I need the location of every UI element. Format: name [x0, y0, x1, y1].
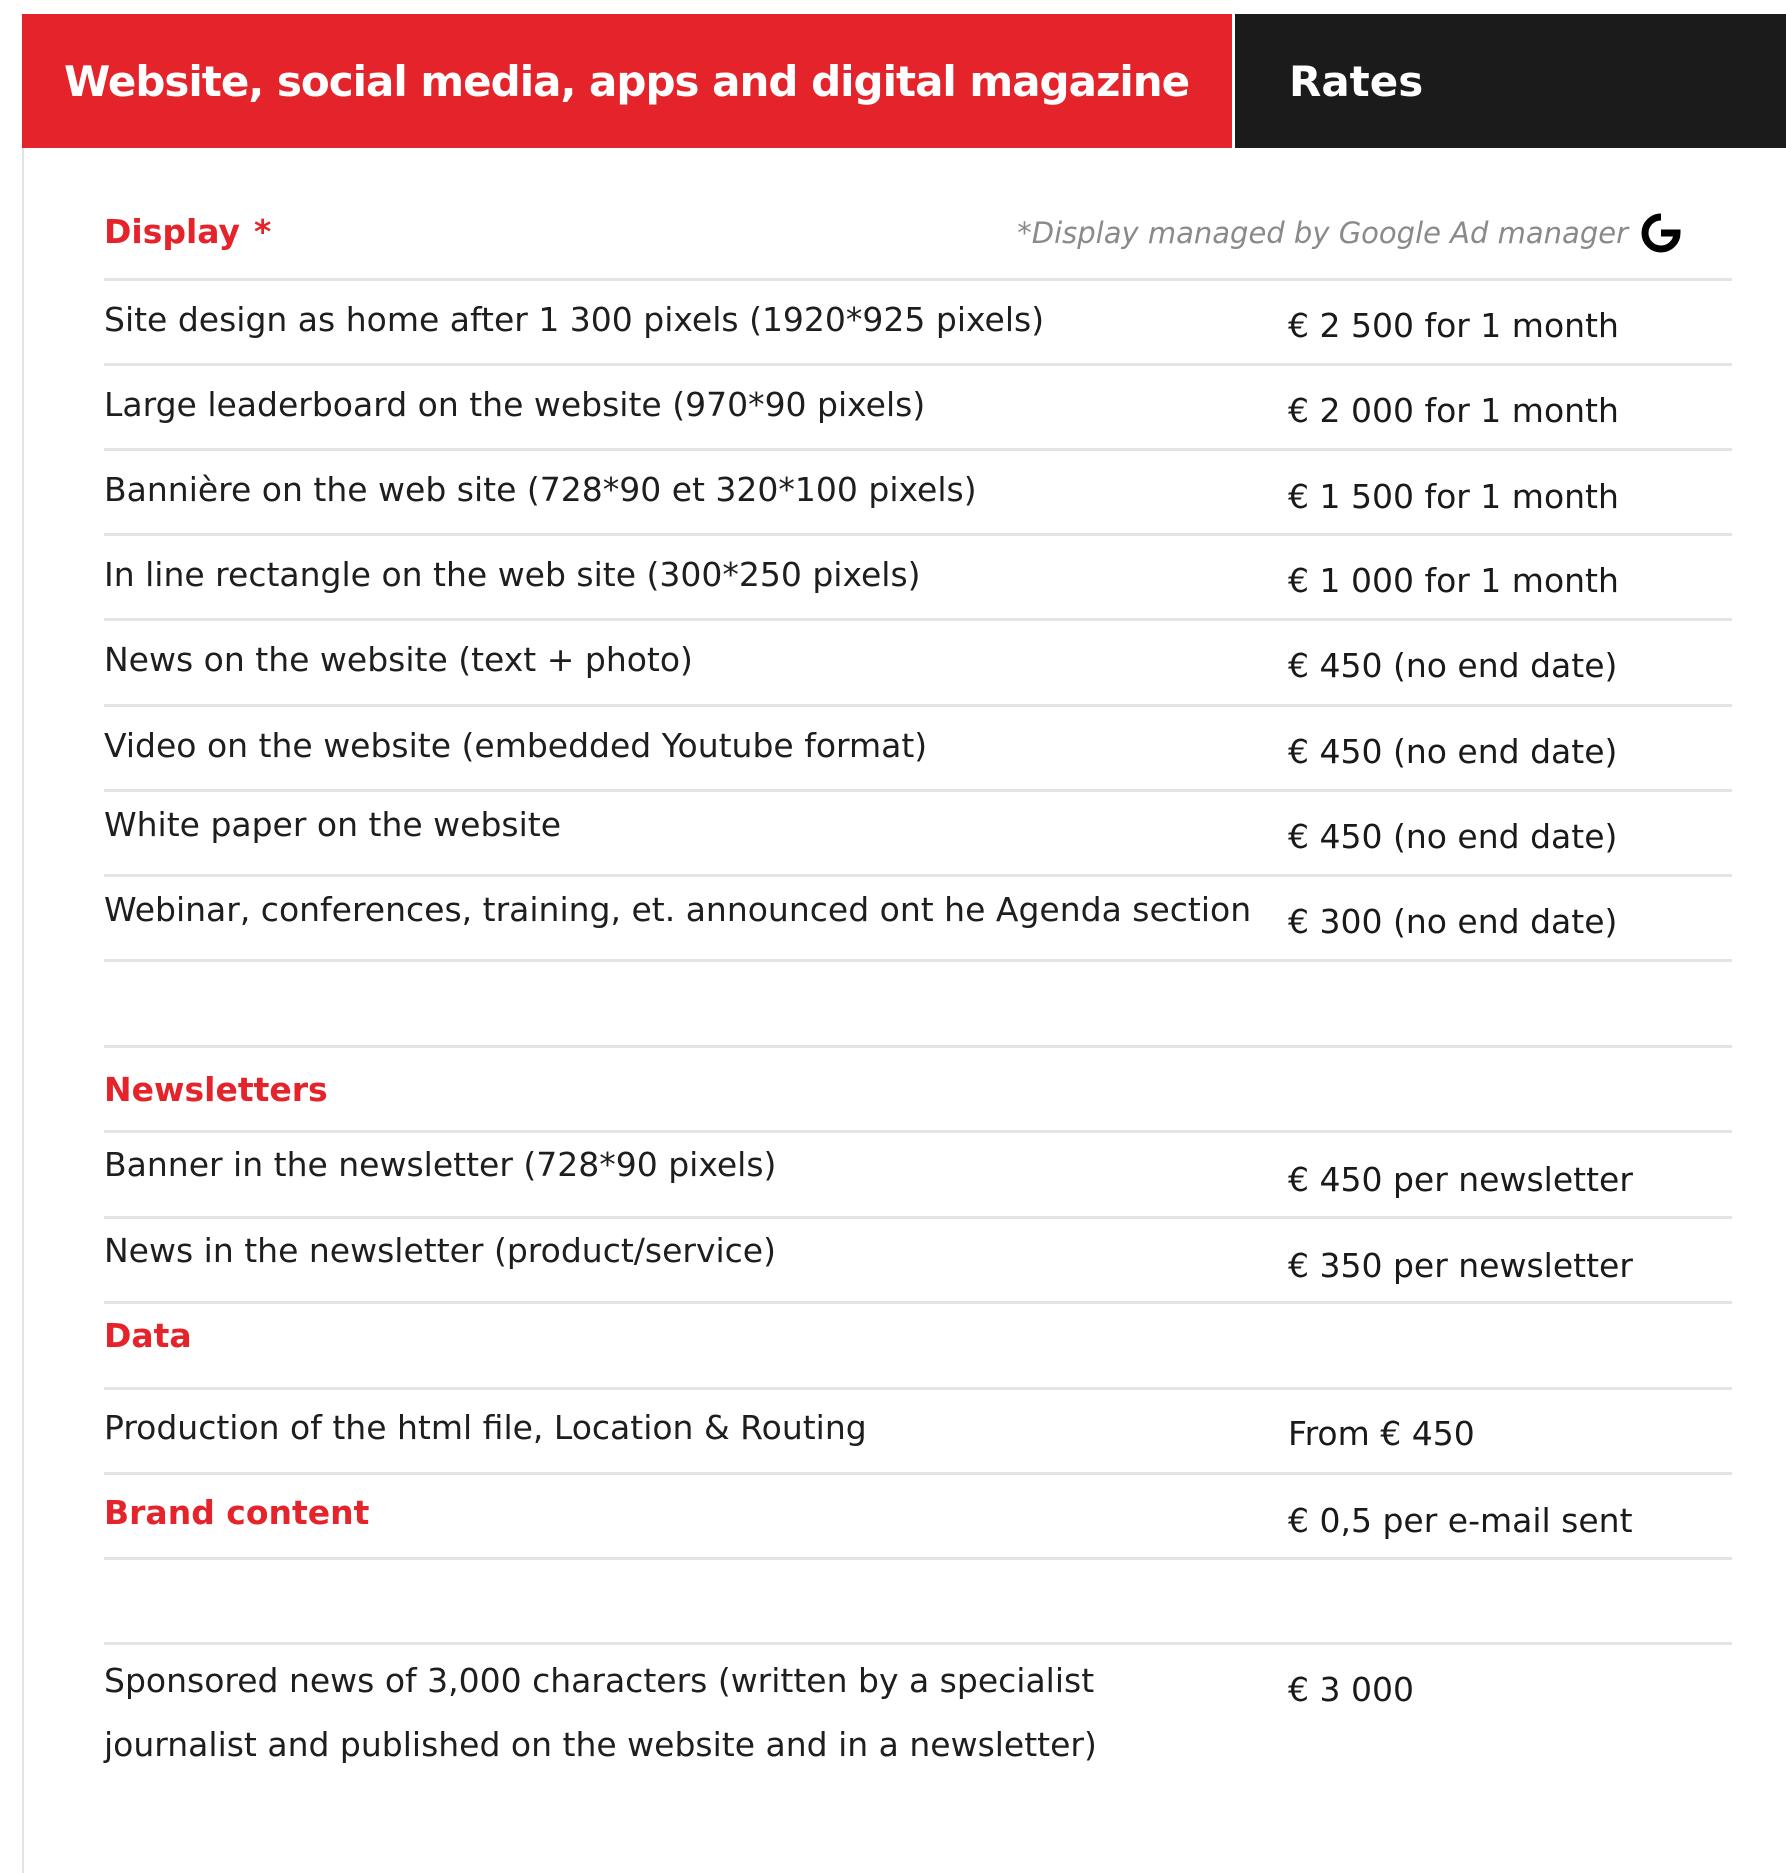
row-divider	[104, 278, 1732, 281]
rate-price: € 300 (no end date)	[1288, 902, 1618, 941]
rate-label: News in the newsletter (product/service)	[104, 1231, 776, 1270]
rate-price: € 450 (no end date)	[1288, 732, 1618, 771]
rate-label: In line rectangle on the web site (300*2…	[104, 555, 921, 594]
google-ad-manager-note: *Display managed by Google Ad manager	[1017, 212, 1682, 254]
rate-label: News on the website (text + photo)	[104, 640, 693, 679]
row-divider	[104, 959, 1732, 962]
rate-label: Banner in the newsletter (728*90 pixels)	[104, 1145, 777, 1184]
note-text: *Display managed by Google Ad manager	[1017, 216, 1628, 250]
row-divider	[104, 1642, 1732, 1645]
row-divider	[104, 1472, 1732, 1475]
rate-price: € 2 500 for 1 month	[1288, 306, 1619, 345]
row-divider	[104, 1216, 1732, 1219]
row-divider	[104, 1301, 1732, 1304]
row-divider	[104, 1045, 1732, 1048]
table-header-title: Website, social media, apps and digital …	[22, 14, 1232, 148]
page-frame	[22, 14, 1786, 1873]
row-divider	[104, 1387, 1732, 1390]
rate-price: € 450 (no end date)	[1288, 646, 1618, 685]
rate-price: € 0,5 per e-mail sent	[1288, 1501, 1633, 1540]
row-divider	[104, 618, 1732, 621]
display-asterisk: *	[254, 212, 272, 251]
row-divider	[104, 874, 1732, 877]
rate-label: Site design as home after 1 300 pixels (…	[104, 300, 1045, 339]
header-rates: Rates	[1289, 56, 1424, 106]
row-divider	[104, 533, 1732, 536]
rate-price: € 3 000	[1288, 1670, 1414, 1709]
row-divider	[104, 1557, 1732, 1560]
rate-label-multiline: Sponsored news of 3,000 characters (writ…	[104, 1661, 1097, 1764]
rate-price: From € 450	[1288, 1414, 1475, 1453]
section-title-display: Display *	[104, 212, 271, 251]
display-title: Display	[104, 212, 241, 251]
rate-price: € 450 (no end date)	[1288, 817, 1618, 856]
row-divider	[104, 704, 1732, 707]
rate-price: € 2 000 for 1 month	[1288, 391, 1619, 430]
google-icon	[1641, 213, 1681, 253]
section-title-newsletters: Newsletters	[104, 1070, 328, 1109]
rate-price: € 1 000 for 1 month	[1288, 561, 1619, 600]
section-title-brand-content: Brand content	[104, 1493, 370, 1532]
rate-label: White paper on the website	[104, 805, 562, 844]
rate-price: € 350 per newsletter	[1288, 1246, 1633, 1285]
rate-price: € 450 per newsletter	[1288, 1160, 1633, 1199]
rate-label: Video on the website (embedded Youtube f…	[104, 726, 928, 765]
section-title-data: Data	[104, 1316, 192, 1355]
rate-label: Large leaderboard on the website (970*90…	[104, 385, 926, 424]
row-divider	[104, 789, 1732, 792]
row-divider	[104, 448, 1732, 451]
rate-price: € 1 500 for 1 month	[1288, 477, 1619, 516]
row-divider	[104, 363, 1732, 366]
table-header-rates: Rates	[1235, 14, 1786, 148]
rate-label: Webinar, conferences, training, et. anno…	[104, 890, 1252, 929]
rate-label: Bannière on the web site (728*90 et 320*…	[104, 470, 977, 509]
rate-label: Production of the html file, Location & …	[104, 1408, 867, 1447]
row-divider	[104, 1130, 1732, 1133]
header-title: Website, social media, apps and digital …	[64, 56, 1190, 106]
